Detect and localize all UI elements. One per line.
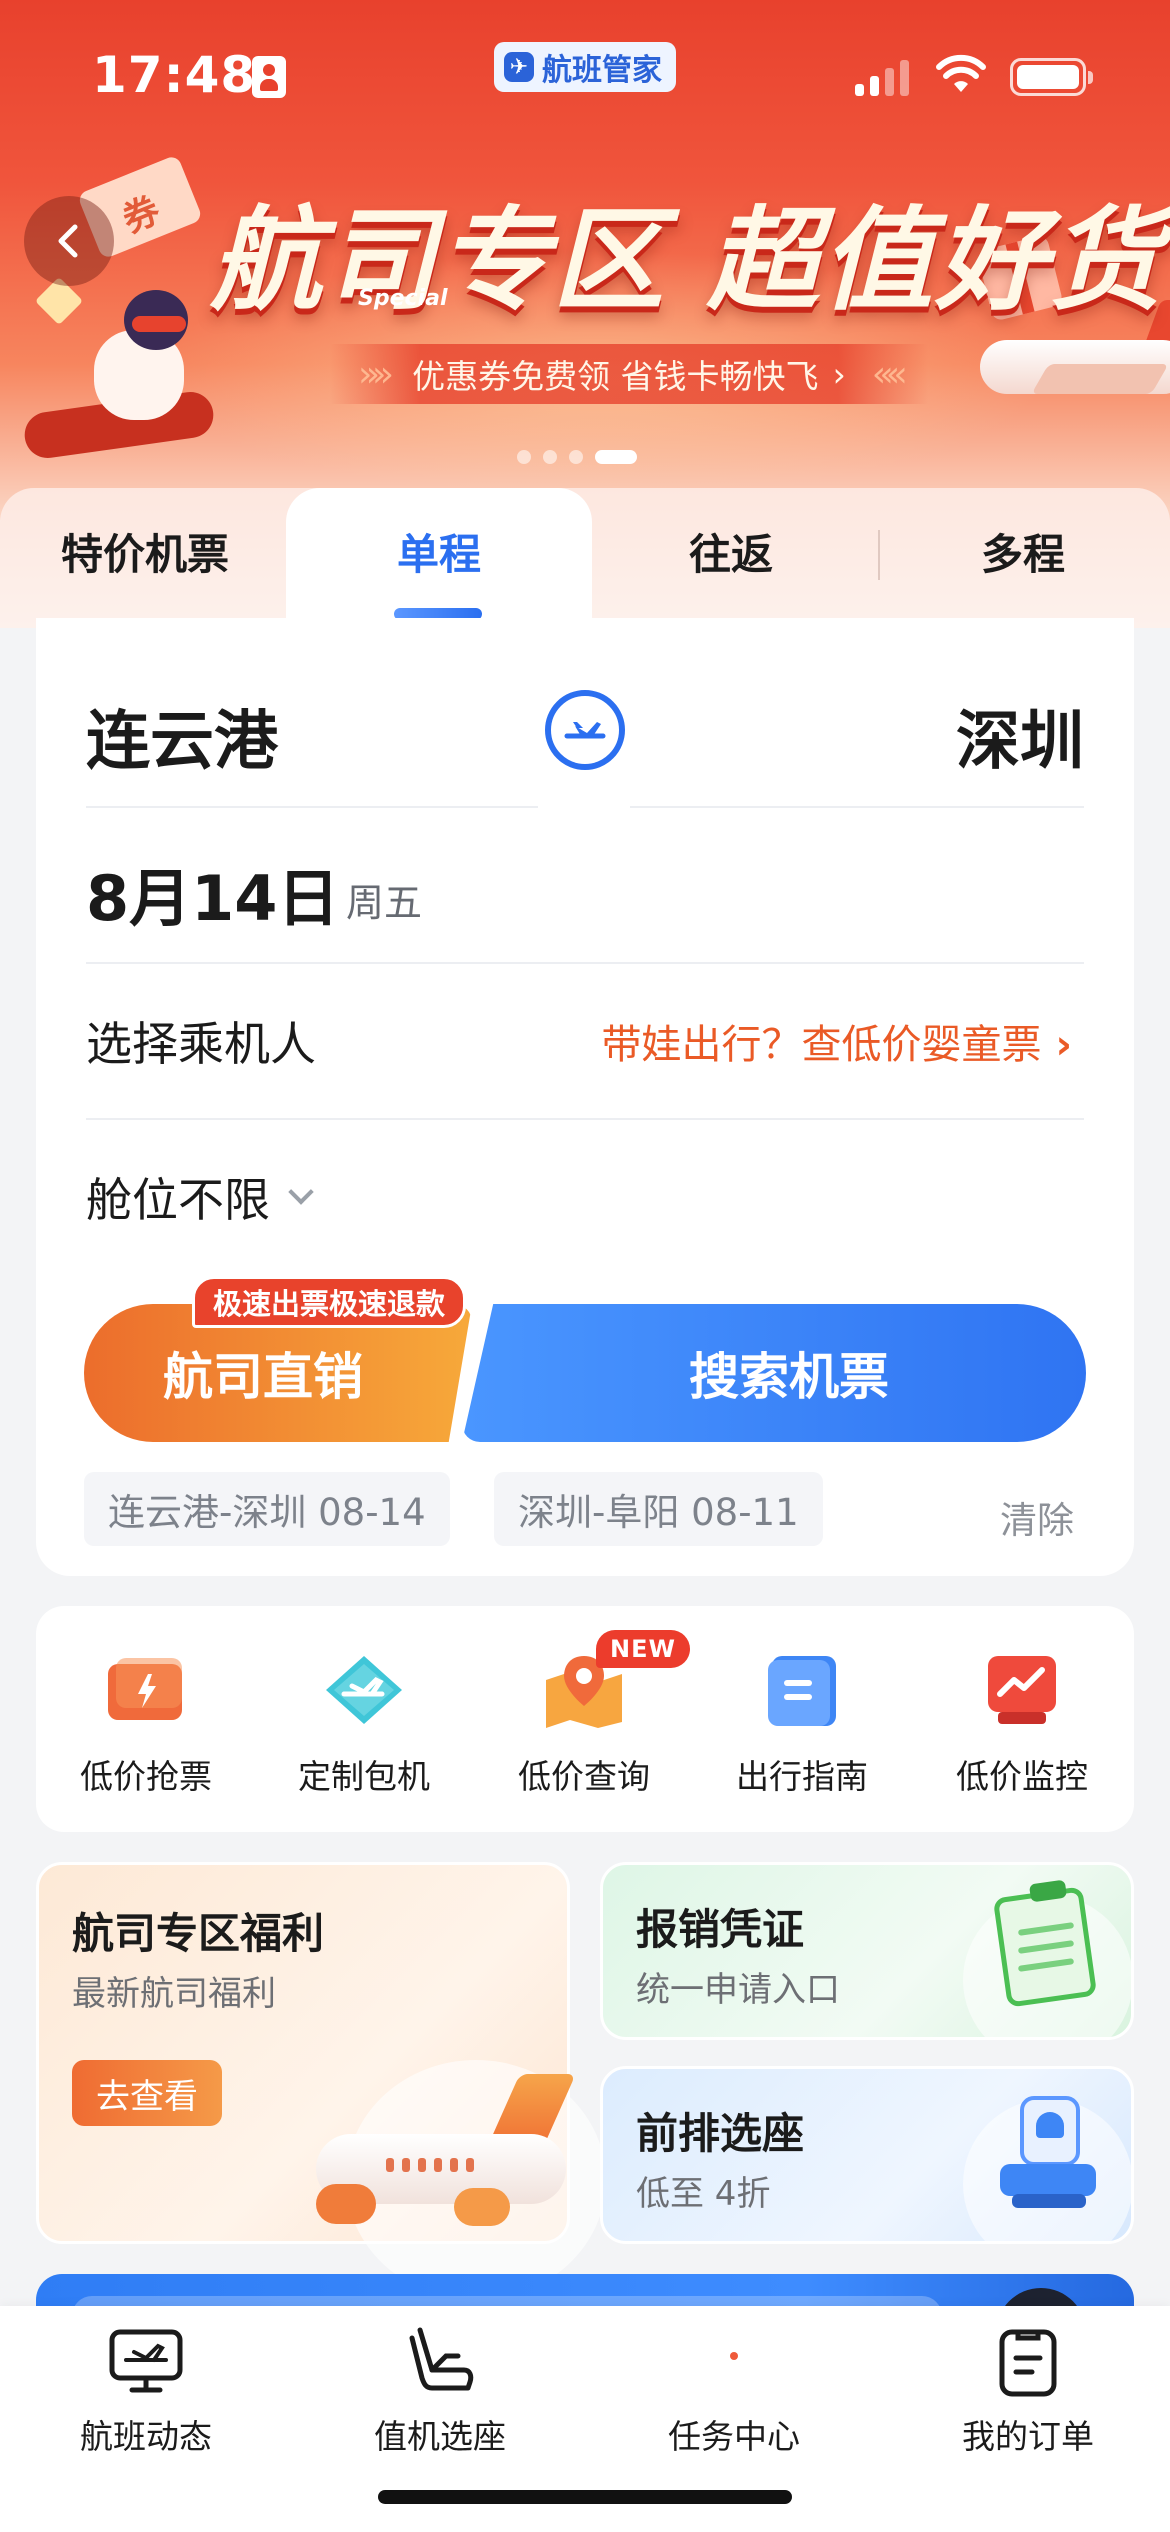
swap-cities-button[interactable] <box>545 690 625 770</box>
divider <box>630 806 1084 808</box>
banner-subtitle[interactable]: »» 优惠券免费领 省钱卡畅快飞 › «« <box>330 344 928 404</box>
double-chevron-left-icon: «« <box>871 353 908 395</box>
chevron-right-icon: › <box>1055 1022 1072 1068</box>
reimbursement-subtitle: 统一申请入口 <box>636 1970 840 2010</box>
chevron-right-icon: › <box>832 354 846 394</box>
fast-ticketing-badge: 极速出票极速退款 <box>192 1276 467 1328</box>
infant-child-fare-text: 带娃出行？查低价婴童票 <box>601 1022 1042 1068</box>
battery-icon <box>1010 58 1093 96</box>
tabbar-item-my-orders[interactable]: 我的订单 <box>918 2326 1138 2458</box>
order-list-icon <box>990 2326 1066 2398</box>
banner-title: 航司专区 超值好货 <box>210 196 1163 326</box>
clear-history-button[interactable]: 清除 <box>1000 1490 1074 1544</box>
pagination-dot <box>569 450 583 464</box>
flight-monitor-icon <box>108 2326 184 2398</box>
plane-swap-icon <box>564 722 606 739</box>
charter-plane-icon <box>322 1650 406 1730</box>
tabbar-label: 值机选座 <box>374 2417 506 2456</box>
home-indicator <box>378 2490 792 2504</box>
contact-card-icon <box>252 56 286 98</box>
tabbar-label: 任务中心 <box>668 2417 800 2456</box>
app-source-chip[interactable]: ✈ 航班管家 <box>494 42 676 92</box>
departure-weekday: 周五 <box>346 881 423 925</box>
search-history-chip[interactable]: 深圳-阜阳 08-11 <box>494 1472 823 1546</box>
pagination-dot-active <box>595 450 637 464</box>
pagination-dot <box>543 450 557 464</box>
cabin-class-select[interactable]: 舱位不限 <box>86 1164 314 1230</box>
search-flights-button[interactable]: 搜索机票 <box>462 1304 1086 1442</box>
tab-multi-city[interactable]: 多程 <box>918 520 1128 590</box>
departure-city[interactable]: 连云港 <box>86 690 278 782</box>
divider <box>86 1118 1084 1120</box>
task-dot-icon <box>696 2326 772 2398</box>
search-history-chip[interactable]: 连云港-深圳 08-14 <box>84 1472 450 1546</box>
quick-menu-item[interactable]: 低价抢票 <box>46 1650 246 1798</box>
seat-icon <box>402 2326 478 2398</box>
quick-menu-label: 低价抢票 <box>80 1757 212 1796</box>
front-seat-subtitle: 低至 4折 <box>636 2174 771 2214</box>
chevron-down-icon <box>288 1179 314 1205</box>
divider <box>86 962 1084 964</box>
double-chevron-right-icon: »» <box>358 353 394 395</box>
quick-menu-label: 出行指南 <box>736 1757 868 1796</box>
quick-menu-label: 低价监控 <box>956 1757 1088 1796</box>
tab-round-trip[interactable]: 往返 <box>626 520 836 590</box>
departure-date[interactable]: 8月14日 <box>86 848 339 938</box>
traveler-illustration <box>21 290 224 461</box>
front-seat-title: 前排选座 <box>636 2109 805 2158</box>
arrival-city[interactable]: 深圳 <box>956 690 1084 782</box>
chevron-left-icon <box>58 224 78 258</box>
cellular-signal-icon <box>855 58 909 96</box>
quick-menu-item[interactable]: 低价监控 <box>922 1650 1122 1798</box>
airline-benefits-title: 航司专区福利 <box>72 1909 325 1958</box>
pagination-dot <box>517 450 531 464</box>
tabbar-item-flight-status[interactable]: 航班动态 <box>36 2326 256 2458</box>
banner-subtitle-text: 优惠券免费领 省钱卡畅快飞 <box>412 357 819 396</box>
quick-menu-label: 低价查询 <box>518 1757 650 1796</box>
banner-pagination <box>517 450 637 464</box>
seat-heart-icon <box>990 2090 1100 2220</box>
tabbar-item-check-in[interactable]: 值机选座 <box>330 2326 550 2458</box>
tab-special-fare[interactable]: 特价机票 <box>40 520 250 590</box>
airplane-icon <box>276 2060 606 2300</box>
back-button[interactable] <box>24 196 114 286</box>
cabin-class-value: 舱位不限 <box>86 1173 270 1227</box>
quick-menu-item[interactable]: 出行指南 <box>702 1650 902 1798</box>
new-badge: NEW <box>596 1630 690 1668</box>
reimbursement-title: 报销凭证 <box>636 1905 805 1954</box>
divider <box>86 806 538 808</box>
banner-special-tag: Special <box>358 286 448 311</box>
wifi-icon <box>936 54 986 92</box>
guide-book-icon <box>760 1650 844 1730</box>
tab-divider <box>878 530 880 580</box>
tabbar-item-task-center[interactable]: 任务中心 <box>624 2326 844 2458</box>
airline-benefits-subtitle: 最新航司福利 <box>72 1974 276 2014</box>
invoice-document-icon <box>992 1879 1104 2010</box>
quick-menu-item[interactable]: 定制包机 <box>264 1650 464 1798</box>
infant-child-fare-link[interactable]: 带娃出行？查低价婴童票 › <box>602 1012 1072 1070</box>
app-source-label: 航班管家 <box>542 53 662 88</box>
app-logo-icon: ✈ <box>504 52 534 82</box>
status-time: 17:48 <box>92 46 257 104</box>
quick-menu-item[interactable]: 低价查询 <box>484 1650 684 1798</box>
ticket-lightning-icon <box>104 1650 188 1730</box>
select-passenger-field[interactable]: 选择乘机人 <box>86 1008 316 1074</box>
view-benefits-button[interactable]: 去查看 <box>72 2060 222 2126</box>
quick-menu-label: 定制包机 <box>298 1757 430 1796</box>
price-monitor-icon <box>980 1650 1064 1730</box>
tabbar-label: 我的订单 <box>962 2417 1094 2456</box>
tabbar-label: 航班动态 <box>80 2417 212 2456</box>
tab-one-way[interactable]: 单程 <box>334 520 544 590</box>
app-screen: 航司专区 超值好货 Special »» 优惠券免费领 省钱卡畅快飞 › «« … <box>0 0 1170 2532</box>
